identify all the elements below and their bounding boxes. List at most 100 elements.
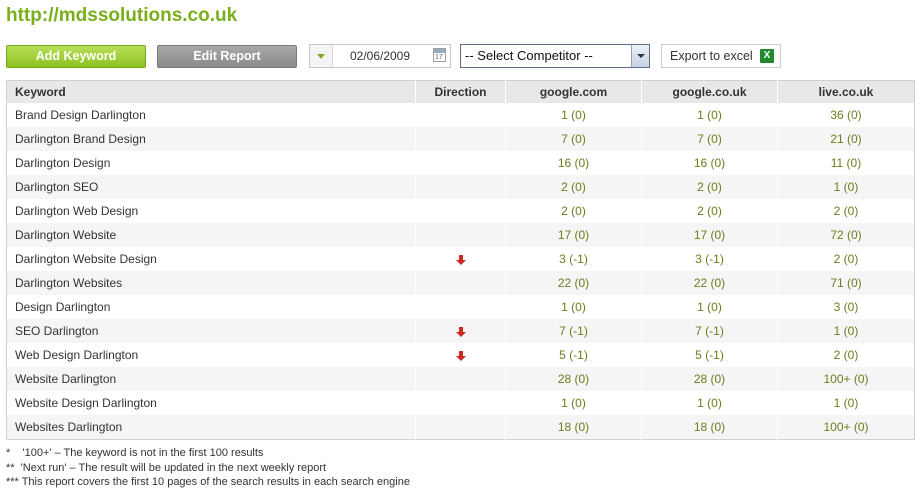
direction-cell [415, 391, 506, 415]
direction-cell [415, 175, 506, 199]
keyword-cell: Websites Darlington [15, 420, 123, 434]
export-to-excel-label: Export to excel [670, 49, 753, 63]
table-row: Website Design Darlington 1 (0) 1 (0) 1 (0) [6, 391, 915, 415]
chevron-down-icon [637, 54, 645, 58]
date-dropdown-button[interactable] [310, 45, 333, 67]
table-row: Darlington SEO 2 (0) 2 (0) 1 (0) [6, 175, 915, 199]
table-row: Darlington Design 16 (0) 16 (0) 11 (0) [6, 151, 915, 175]
google-co-uk-cell: 22 (0) [641, 271, 778, 295]
live-co-uk-cell: 72 (0) [777, 223, 915, 247]
google-com-cell: 7 (-1) [505, 319, 642, 343]
table-row: Web Design Darlington 5 (-1) 5 (-1) 2 (0) [6, 343, 915, 367]
google-com-cell: 22 (0) [505, 271, 642, 295]
google-com-cell: 3 (-1) [505, 247, 642, 271]
live-co-uk-cell: 11 (0) [777, 151, 915, 175]
table-row: Darlington Web Design 2 (0) 2 (0) 2 (0) [6, 199, 915, 223]
live-co-uk-cell: 100+ (0) [777, 415, 915, 440]
live-co-uk-cell: 3 (0) [777, 295, 915, 319]
google-com-cell: 18 (0) [505, 415, 642, 440]
keyword-cell: Website Darlington [15, 372, 117, 386]
google-co-uk-cell: 1 (0) [641, 295, 778, 319]
column-header-live-co-uk[interactable]: live.co.uk [777, 80, 915, 103]
toolbar: Add Keyword Edit Report 17 -- Select Com… [6, 44, 916, 68]
google-co-uk-cell: 18 (0) [641, 415, 778, 440]
direction-cell [415, 343, 506, 367]
google-co-uk-cell: 5 (-1) [641, 343, 778, 367]
footnotes: * '100+' – The keyword is not in the fir… [6, 446, 410, 490]
direction-cell [415, 127, 506, 151]
keyword-cell: Darlington Websites [15, 276, 123, 290]
live-co-uk-cell: 1 (0) [777, 319, 915, 343]
keyword-ranking-table: Keyword Direction google.com google.co.u… [6, 80, 915, 440]
live-co-uk-cell: 2 (0) [777, 199, 915, 223]
google-co-uk-cell: 28 (0) [641, 367, 778, 391]
footnote: * '100+' – The keyword is not in the fir… [6, 447, 264, 459]
google-co-uk-cell: 1 (0) [641, 391, 778, 415]
table-row: Darlington Websites 22 (0) 22 (0) 71 (0) [6, 271, 915, 295]
google-com-cell: 1 (0) [505, 391, 642, 415]
google-com-cell: 28 (0) [505, 367, 642, 391]
google-com-cell: 7 (0) [505, 127, 642, 151]
column-header-google-com[interactable]: google.com [505, 80, 642, 103]
google-co-uk-cell: 3 (-1) [641, 247, 778, 271]
table-row: Design Darlington 1 (0) 1 (0) 3 (0) [6, 295, 915, 319]
column-header-google-co-uk[interactable]: google.co.uk [641, 80, 778, 103]
keyword-cell: Darlington Website [15, 228, 117, 242]
report-page: http://mdssolutions.co.uk Add Keyword Ed… [0, 0, 922, 494]
edit-report-button[interactable]: Edit Report [157, 45, 297, 68]
google-co-uk-cell: 2 (0) [641, 175, 778, 199]
google-com-cell: 5 (-1) [505, 343, 642, 367]
keyword-cell: Darlington Website Design [15, 252, 157, 266]
direction-cell [415, 151, 506, 175]
table-header-row: Keyword Direction google.com google.co.u… [6, 80, 915, 103]
footnote: ** 'Next run' – The result will be updat… [6, 461, 327, 474]
google-co-uk-cell: 16 (0) [641, 151, 778, 175]
add-keyword-button[interactable]: Add Keyword [6, 45, 146, 68]
google-co-uk-cell: 7 (0) [641, 127, 778, 151]
direction-cell [415, 247, 506, 271]
date-field[interactable] [334, 46, 426, 66]
direction-cell [415, 199, 506, 223]
google-co-uk-cell: 2 (0) [641, 199, 778, 223]
column-header-direction[interactable]: Direction [415, 80, 506, 103]
competitor-select[interactable]: -- Select Competitor -- [460, 44, 650, 68]
keyword-cell: Darlington SEO [15, 180, 99, 194]
arrow-down-icon [455, 254, 466, 265]
keyword-cell: Darlington Web Design [15, 204, 139, 218]
site-title: http://mdssolutions.co.uk [6, 5, 238, 26]
arrow-down-icon [455, 326, 466, 337]
keyword-cell: Darlington Brand Design [15, 132, 146, 146]
direction-cell [415, 295, 506, 319]
table-row: Brand Design Darlington 1 (0) 1 (0) 36 (0) [6, 103, 915, 127]
live-co-uk-cell: 2 (0) [777, 343, 915, 367]
direction-cell [415, 103, 506, 127]
keyword-cell: Darlington Design [15, 156, 111, 170]
arrow-down-icon [455, 350, 466, 361]
live-co-uk-cell: 1 (0) [777, 391, 915, 415]
google-com-cell: 1 (0) [505, 295, 642, 319]
table-row: Darlington Brand Design 7 (0) 7 (0) 21 (0) [6, 127, 915, 151]
footnote: *** This report covers the first 10 page… [6, 476, 410, 488]
column-header-keyword[interactable]: Keyword [6, 80, 416, 103]
table-row: Websites Darlington 18 (0) 18 (0) 100+ (0) [6, 415, 915, 440]
direction-cell [415, 415, 506, 440]
export-to-excel-button[interactable]: Export to excel X [661, 44, 781, 68]
google-com-cell: 2 (0) [505, 199, 642, 223]
direction-cell [415, 367, 506, 391]
live-co-uk-cell: 1 (0) [777, 175, 915, 199]
calendar-icon[interactable]: 17 [433, 48, 446, 62]
live-co-uk-cell: 71 (0) [777, 271, 915, 295]
live-co-uk-cell: 21 (0) [777, 127, 915, 151]
live-co-uk-cell: 36 (0) [777, 103, 915, 127]
google-co-uk-cell: 1 (0) [641, 103, 778, 127]
competitor-select-arrow[interactable] [631, 45, 649, 67]
google-com-cell: 1 (0) [505, 103, 642, 127]
table-row: Darlington Website 17 (0) 17 (0) 72 (0) [6, 223, 915, 247]
direction-cell [415, 223, 506, 247]
google-com-cell: 2 (0) [505, 175, 642, 199]
keyword-cell: Website Design Darlington [15, 396, 157, 410]
live-co-uk-cell: 2 (0) [777, 247, 915, 271]
google-com-cell: 17 (0) [505, 223, 642, 247]
excel-icon: X [760, 49, 774, 63]
keyword-cell: SEO Darlington [15, 324, 99, 338]
